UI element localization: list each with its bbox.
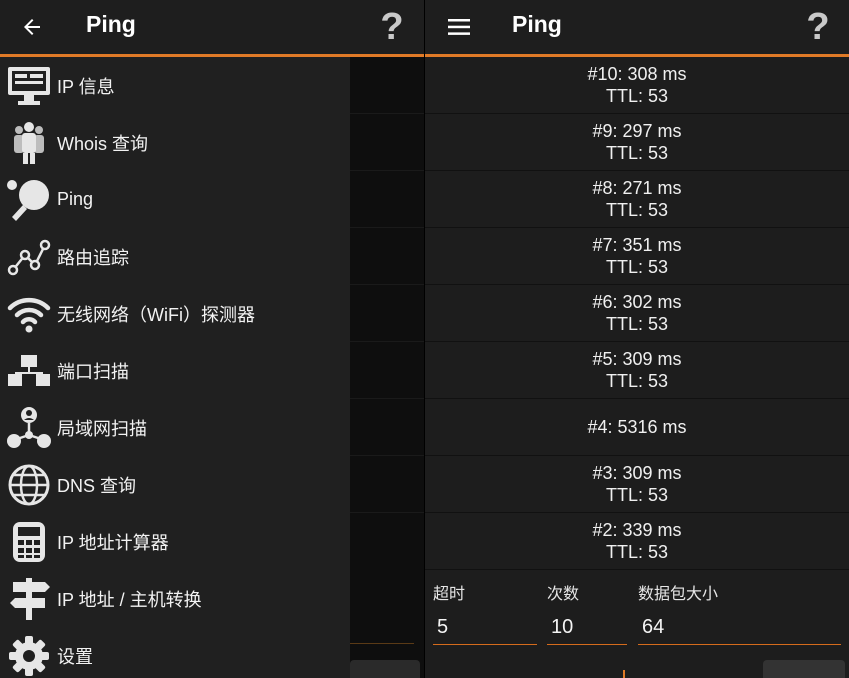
- result-time: #9: 297 ms: [592, 121, 682, 141]
- result-time: #5: 309 ms: [592, 349, 682, 369]
- timeout-label: 超时: [433, 586, 466, 603]
- nav-item-dns-lookup[interactable]: DNS 查询: [0, 456, 350, 513]
- nav-label: DNS 查询: [57, 475, 137, 496]
- navigation-drawer: IP 信息 Whois 查询 Ping 路由追踪 无线网络（WiFi）探测器 端…: [0, 57, 350, 678]
- result-ttl: TTL: 53: [605, 257, 669, 277]
- ping-pong-icon: [6, 177, 52, 223]
- timeout-field-wrap: [433, 612, 537, 645]
- network-hierarchy-icon: [6, 348, 52, 394]
- packet-size-input[interactable]: [638, 612, 841, 642]
- menu-icon[interactable]: [443, 0, 475, 54]
- result-row: #6: 302 ms TTL: 53: [425, 285, 849, 342]
- result-row: #9: 297 ms TTL: 53: [425, 114, 849, 171]
- nav-label: 端口扫描: [57, 361, 129, 382]
- nav-label: Whois 查询: [57, 133, 149, 154]
- nav-label: 路由追踪: [57, 247, 129, 268]
- count-label: 次数: [547, 586, 580, 603]
- nav-label: IP 地址 / 主机转换: [57, 589, 202, 610]
- right-app-bar: Ping ?: [425, 0, 849, 54]
- scroll-indicator: [623, 670, 625, 678]
- lan-users-icon: [6, 405, 52, 451]
- result-row: #8: 271 ms TTL: 53: [425, 171, 849, 228]
- calculator-icon: [6, 519, 52, 565]
- count-input[interactable]: [547, 612, 627, 642]
- nav-item-ip-info[interactable]: IP 信息: [0, 57, 350, 114]
- result-time: #6: 302 ms: [592, 292, 682, 312]
- nav-label: 无线网络（WiFi）探测器: [57, 304, 255, 325]
- wifi-icon: [6, 291, 52, 337]
- gear-icon: [6, 633, 52, 678]
- nav-item-lan-scan[interactable]: 局域网扫描: [0, 399, 350, 456]
- packet-size-label: 数据包大小: [638, 586, 719, 603]
- timeout-input[interactable]: [433, 612, 537, 642]
- signpost-icon: [6, 576, 52, 622]
- dim-row-divider: [350, 512, 424, 513]
- nav-item-wifi-detector[interactable]: 无线网络（WiFi）探测器: [0, 285, 350, 342]
- nav-item-ip-host-convert[interactable]: IP 地址 / 主机转换: [0, 570, 350, 627]
- dim-row-divider: [350, 113, 424, 114]
- result-row: #5: 309 ms TTL: 53: [425, 342, 849, 399]
- result-ttl: TTL: 53: [605, 371, 669, 391]
- nav-label: Ping: [57, 189, 94, 209]
- nav-item-ping[interactable]: Ping: [0, 171, 350, 228]
- dim-button: [350, 660, 420, 678]
- dim-row-divider: [350, 227, 424, 228]
- result-row: #2: 339 ms TTL: 53: [425, 513, 849, 570]
- result-ttl: TTL: 53: [605, 485, 669, 505]
- left-app-bar: Ping ?: [0, 0, 424, 54]
- result-row: #3: 309 ms TTL: 53: [425, 456, 849, 513]
- monitor-icon: [6, 63, 52, 109]
- back-arrow-icon[interactable]: [12, 0, 52, 54]
- result-ttl: TTL: 53: [605, 86, 669, 106]
- result-time: #8: 271 ms: [592, 178, 682, 198]
- nav-label: IP 地址计算器: [57, 532, 169, 553]
- nav-item-settings[interactable]: 设置: [0, 627, 350, 678]
- nav-item-traceroute[interactable]: 路由追踪: [0, 228, 350, 285]
- result-time: #3: 309 ms: [592, 463, 682, 483]
- nav-label: 设置: [57, 646, 93, 667]
- result-row: #7: 351 ms TTL: 53: [425, 228, 849, 285]
- left-panel: Ping ? IP 信息 Whois 查询 Ping 路由追踪 无线网络（WiF…: [0, 0, 424, 678]
- result-row: #4: 5316 ms: [425, 399, 849, 456]
- help-icon[interactable]: ?: [798, 0, 838, 54]
- help-icon[interactable]: ?: [372, 0, 412, 54]
- result-row: #10: 308 ms TTL: 53: [425, 57, 849, 114]
- start-button[interactable]: [763, 660, 845, 678]
- dim-row-divider: [350, 284, 424, 285]
- packet-size-field-wrap: [638, 612, 841, 645]
- page-title: Ping: [86, 11, 136, 37]
- globe-icon: [6, 462, 52, 508]
- result-ttl: TTL: 53: [605, 200, 669, 220]
- result-time: #10: 308 ms: [587, 64, 687, 84]
- count-field-wrap: [547, 612, 627, 645]
- nav-item-port-scan[interactable]: 端口扫描: [0, 342, 350, 399]
- result-time: #4: 5316 ms: [587, 417, 687, 437]
- nav-label: 局域网扫描: [57, 418, 147, 439]
- result-ttl: TTL: 53: [605, 314, 669, 334]
- result-time: #7: 351 ms: [592, 235, 682, 255]
- result-ttl: TTL: 53: [605, 143, 669, 163]
- people-icon: [6, 120, 52, 166]
- dim-row-divider: [350, 455, 424, 456]
- nav-label: IP 信息: [57, 76, 115, 97]
- scrim[interactable]: [350, 57, 424, 678]
- result-time: #2: 339 ms: [592, 520, 682, 540]
- dim-row-divider: [350, 170, 424, 171]
- nav-item-whois[interactable]: Whois 查询: [0, 114, 350, 171]
- result-ttl: TTL: 53: [605, 542, 669, 562]
- dim-row-divider: [350, 341, 424, 342]
- nav-item-ip-calculator[interactable]: IP 地址计算器: [0, 513, 350, 570]
- page-title: Ping: [512, 11, 562, 37]
- right-panel: Ping ? #10: 308 ms TTL: 53 #9: 297 ms TT…: [425, 0, 849, 678]
- route-graph-icon: [6, 234, 52, 280]
- dim-field-underline: [350, 643, 414, 644]
- dim-row-divider: [350, 398, 424, 399]
